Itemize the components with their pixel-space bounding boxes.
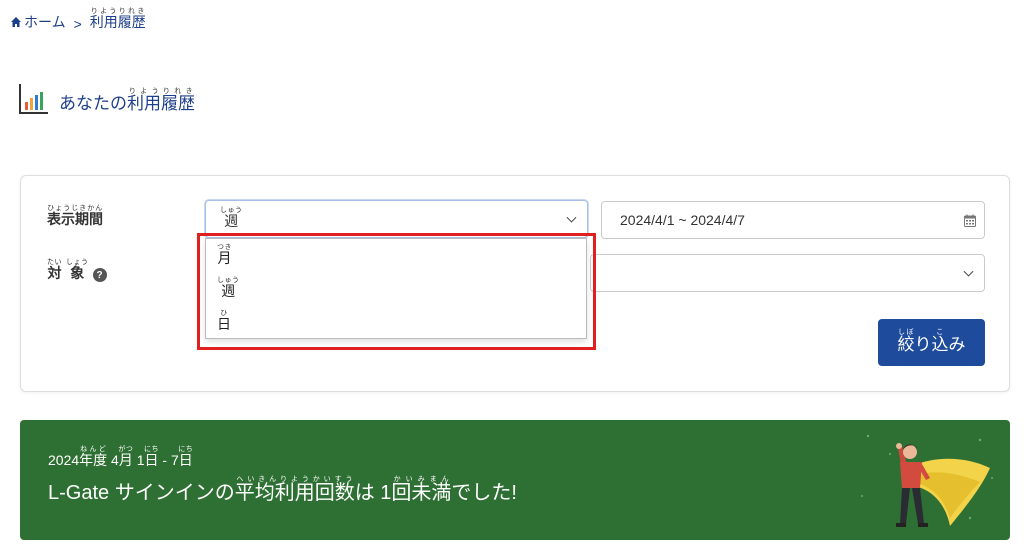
question-circle-icon[interactable]: ? xyxy=(92,268,107,282)
period-select[interactable]: 週しゅう xyxy=(205,200,588,238)
breadcrumb-separator: > xyxy=(73,16,82,32)
chevron-down-icon xyxy=(566,212,577,223)
page-title: あなたの利用履歴りようりれき xyxy=(19,82,195,114)
period-dropdown-list: 月つき 週しゅう 日ひ xyxy=(205,238,587,339)
breadcrumb-home-label: ホーム xyxy=(24,14,66,30)
date-range-value: 2024/4/1 ~ 2024/4/7 xyxy=(620,212,745,228)
period-option-week[interactable]: 週しゅう xyxy=(206,272,586,305)
bar-chart-icon xyxy=(19,84,48,114)
page-title-text: あなたの利用履歴りようりれき xyxy=(59,88,195,113)
banner-period: 2024年度ねんど 4月がつ 1日にち - 7日にち xyxy=(48,446,194,468)
calendar-icon xyxy=(964,214,976,227)
period-option-month[interactable]: 月つき xyxy=(206,239,586,272)
chevron-down-icon xyxy=(963,266,974,277)
period-option-day[interactable]: 日ひ xyxy=(206,305,586,338)
breadcrumb-current: 利用履歴りようりれき xyxy=(89,8,146,30)
hero-illustration xyxy=(861,434,993,527)
target-select[interactable] xyxy=(590,254,985,292)
target-label: 対たい 象しょう ? xyxy=(47,259,107,283)
filter-submit-button[interactable]: 絞しぼり込こみ xyxy=(878,319,985,366)
period-label: 表示期間ひょうじきかん xyxy=(47,205,103,227)
banner-summary: L-Gate サインインの平均利用回数へいきんりようかいすうは 1回未満かいみま… xyxy=(48,476,517,504)
period-select-value: 週 xyxy=(220,213,243,229)
date-range-input[interactable]: 2024/4/1 ~ 2024/4/7 xyxy=(601,201,985,239)
home-icon xyxy=(11,17,21,27)
breadcrumb: ホーム > 利用履歴りようりれき xyxy=(10,8,146,32)
page: ホーム > 利用履歴りようりれき あなたの利用履歴りようりれき 表示期間ひょうじ… xyxy=(0,0,1024,556)
breadcrumb-home-link[interactable]: ホーム xyxy=(10,12,66,32)
result-banner: 2024年度ねんど 4月がつ 1日にち - 7日にち L-Gate サインインの… xyxy=(20,420,1010,540)
